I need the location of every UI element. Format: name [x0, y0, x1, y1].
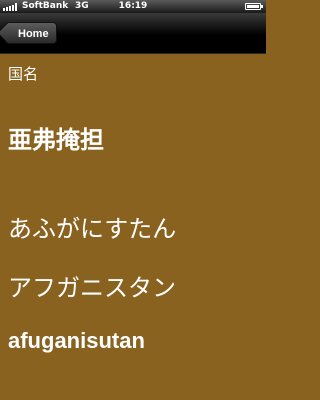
battery-icon — [245, 3, 263, 10]
country-name-hiragana: あふがにすたん — [8, 215, 177, 243]
country-name-romaji: afuganisutan — [8, 328, 145, 353]
status-bar: SoftBank 3G 16:19 — [0, 0, 266, 13]
field-label: 国名 — [8, 65, 39, 83]
back-button-label: Home — [18, 28, 49, 40]
status-time: 16:19 — [118, 1, 148, 11]
country-name-katakana: アフガニスタン — [8, 274, 176, 302]
home-back-button[interactable]: Home — [5, 22, 57, 44]
country-name-kanji: 亜弗掩担 — [8, 126, 104, 154]
navigation-bar: Home — [0, 13, 266, 54]
battery-level — [247, 5, 259, 8]
